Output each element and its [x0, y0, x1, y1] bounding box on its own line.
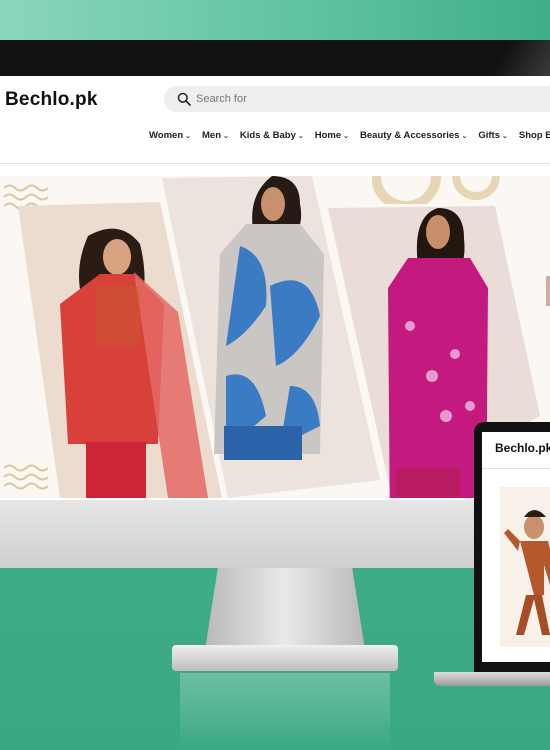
chevron-down-icon: ⌄	[461, 133, 468, 140]
monitor-stand	[205, 568, 365, 650]
nav-item-home[interactable]: Home ⌄	[315, 130, 349, 141]
monitor-base	[172, 645, 398, 671]
search-input[interactable]: Search for	[196, 93, 247, 105]
laptop-screen: Bechlo.pk	[482, 432, 550, 662]
chevron-down-icon: ⌄	[297, 133, 304, 140]
chevron-down-icon: ⌄	[185, 133, 192, 140]
background-band	[0, 0, 550, 45]
desktop-screen: Bechlo.pk Search for Women ⌄ Men ⌄ Kids & Ba…	[0, 76, 550, 500]
nav-item-gifts[interactable]: Gifts ⌄	[478, 130, 508, 141]
main-nav: Women ⌄ Men ⌄ Kids & Baby ⌄ Home ⌄ Beauty & Acce…	[149, 130, 550, 141]
nav-item-beauty-accessories[interactable]: Beauty & Accessories ⌄	[360, 130, 467, 141]
hero-banner[interactable]	[0, 176, 550, 498]
chevron-down-icon: ⌄	[223, 133, 229, 140]
chevron-down-icon: ⌄	[501, 133, 508, 140]
monitor-chin	[0, 500, 550, 568]
nav-item-shop-by[interactable]: Shop By	[519, 130, 550, 141]
nav-item-kids-baby[interactable]: Kids & Baby ⌄	[240, 130, 304, 141]
laptop-base	[434, 672, 550, 686]
header-divider	[0, 163, 550, 164]
site-logo[interactable]: Bechlo.pk	[5, 89, 98, 111]
laptop-hero-card[interactable]	[500, 487, 550, 647]
nav-item-men[interactable]: Men ⌄	[202, 130, 229, 141]
chevron-down-icon: ⌄	[343, 133, 350, 140]
hero-products	[18, 176, 550, 498]
monitor-bezel	[0, 40, 550, 76]
search-icon	[177, 92, 191, 106]
stand-reflection	[180, 673, 390, 750]
laptop-header-divider	[482, 468, 550, 469]
nav-item-women[interactable]: Women ⌄	[149, 130, 191, 141]
product-kids-suit	[504, 510, 550, 635]
search-bar[interactable]: Search for	[164, 86, 550, 112]
laptop-site-logo[interactable]: Bechlo.pk	[495, 441, 550, 455]
